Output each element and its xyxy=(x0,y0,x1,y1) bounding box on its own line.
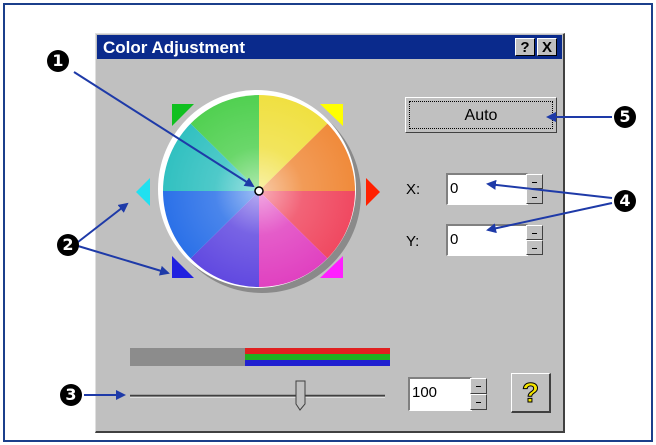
callout-4-arrow-b xyxy=(486,202,613,234)
callout-3: 3 xyxy=(60,384,82,406)
callout-4-arrow-a xyxy=(486,179,613,199)
callout-4: 4 xyxy=(614,190,636,212)
callout-arrows xyxy=(73,71,613,400)
callout-2-arrow-b xyxy=(77,245,170,276)
callout-5: 5 xyxy=(614,106,636,128)
callout-1: 1 xyxy=(47,50,69,72)
callout-2: 2 xyxy=(57,234,79,256)
callout-1-arrow xyxy=(73,71,255,188)
callout-2-arrow-a xyxy=(77,202,129,243)
